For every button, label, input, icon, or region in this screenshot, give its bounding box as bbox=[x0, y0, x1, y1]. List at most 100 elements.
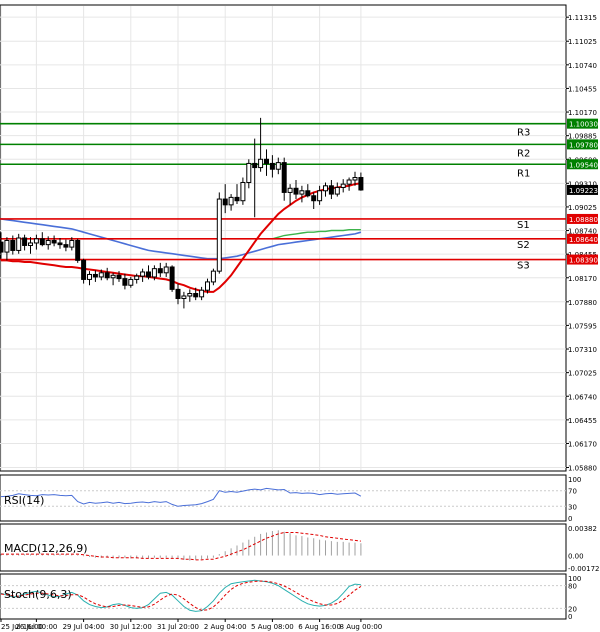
price-tick-label: 1.09025 bbox=[568, 204, 597, 212]
candle-body bbox=[287, 187, 293, 193]
candle-body bbox=[352, 177, 358, 181]
level-price-label-R2: 1.09780 bbox=[569, 141, 598, 149]
candle-body bbox=[181, 295, 187, 299]
candle-body bbox=[169, 266, 175, 290]
candle-body bbox=[323, 185, 328, 192]
stoch-panel-frame bbox=[0, 573, 567, 620]
level-price-label-S2: 1.08640 bbox=[569, 236, 598, 244]
macd-tick-label: 0.00382 bbox=[568, 525, 597, 533]
rsi-title: RSI(14) bbox=[4, 494, 44, 507]
level-name-S2: S2 bbox=[517, 240, 530, 251]
price-tick-label: 1.10740 bbox=[568, 62, 597, 70]
candle-body bbox=[75, 239, 81, 261]
candle-body bbox=[33, 238, 39, 244]
price-tick-label: 1.07310 bbox=[568, 346, 597, 354]
stoch-tick-label: 0 bbox=[568, 613, 572, 621]
level-price-label-S3: 1.08390 bbox=[569, 257, 598, 265]
candle-body bbox=[269, 162, 275, 170]
price-tick-label: 1.11315 bbox=[568, 14, 597, 22]
candle-body bbox=[275, 162, 281, 170]
level-name-S3: S3 bbox=[517, 261, 530, 272]
candle-body bbox=[116, 274, 122, 280]
candle-body bbox=[0, 241, 4, 253]
price-tick-label: 1.10170 bbox=[568, 109, 597, 117]
candle-body bbox=[4, 239, 10, 253]
candle-body bbox=[22, 237, 28, 246]
candle-body bbox=[334, 186, 340, 195]
candle-body bbox=[45, 239, 51, 246]
candle-body bbox=[246, 162, 252, 183]
candle-body bbox=[328, 185, 334, 195]
time-tick-label: 5 Aug 08:00 bbox=[251, 623, 294, 631]
candle-body bbox=[87, 273, 92, 280]
candle-body bbox=[110, 274, 116, 279]
candle-body bbox=[317, 190, 323, 202]
candle-body bbox=[122, 278, 128, 286]
level-price-label-R3: 1.10030 bbox=[569, 121, 598, 129]
price-tick-label: 1.06455 bbox=[568, 417, 597, 425]
candle-body bbox=[222, 198, 228, 206]
stoch-panel: 10080200 Stoch(9,6,3) bbox=[0, 573, 581, 621]
candle-body bbox=[358, 177, 364, 191]
stoch-tick-label: 80 bbox=[568, 583, 577, 591]
candle-body bbox=[210, 270, 216, 283]
rsi-tick-label: 70 bbox=[568, 488, 577, 496]
level-price-label-R1: 1.09540 bbox=[569, 161, 598, 169]
level-name-R2: R2 bbox=[517, 148, 530, 159]
macd-tick-label: 0.00 bbox=[568, 553, 584, 561]
candle-body bbox=[134, 275, 140, 280]
rsi-tick-label: 100 bbox=[568, 476, 581, 484]
candle-body bbox=[69, 239, 75, 248]
candle-body bbox=[234, 196, 240, 202]
price-tick-label: 1.07025 bbox=[568, 370, 597, 378]
time-tick-label: 2 Aug 04:00 bbox=[204, 623, 247, 631]
rsi-panel: 100 70 30 0 RSI(14) bbox=[0, 474, 581, 523]
level-name-R3: R3 bbox=[517, 128, 530, 139]
candle-body bbox=[157, 268, 163, 274]
candle-body bbox=[299, 190, 305, 195]
candle-body bbox=[39, 238, 45, 246]
rsi-tick-label: 30 bbox=[568, 503, 577, 511]
price-panel: 1.113151.110251.107401.104551.101701.098… bbox=[0, 4, 598, 473]
candle-body bbox=[240, 181, 246, 202]
time-tick-label: 26 Jul 00:00 bbox=[15, 623, 57, 631]
forex-chart: 1.113151.110251.107401.104551.101701.098… bbox=[0, 4, 600, 631]
level-price-label-S1: 1.08880 bbox=[569, 216, 598, 224]
time-axis: 25 Jul 16:0026 Jul 00:00 29 Jul 04:00 30 J… bbox=[0, 619, 382, 631]
candle-body bbox=[340, 183, 346, 188]
macd-panel: 0.00382 0.00 -0.001726 MACD(12,26,9) bbox=[0, 523, 600, 573]
price-tick-label: 1.05880 bbox=[568, 465, 597, 473]
candle-body bbox=[264, 158, 269, 164]
candle-body bbox=[151, 268, 157, 278]
candle-body bbox=[63, 244, 69, 248]
price-tick-label: 1.11025 bbox=[568, 38, 597, 46]
price-tick-label: 1.07880 bbox=[568, 299, 597, 307]
candle-body bbox=[187, 293, 193, 297]
current-price-label: 1.09223 bbox=[569, 187, 598, 195]
candle-body bbox=[163, 266, 169, 274]
price-tick-label: 1.10455 bbox=[568, 85, 597, 93]
rsi-panel-frame bbox=[0, 474, 567, 522]
candle-body bbox=[140, 271, 146, 277]
candle-body bbox=[81, 259, 87, 280]
candle-body bbox=[10, 239, 16, 251]
candle-body bbox=[92, 273, 98, 278]
candle-body bbox=[193, 293, 199, 298]
time-tick-label: 30 Jul 12:00 bbox=[110, 623, 152, 631]
time-tick-label: 6 Aug 16:00 bbox=[298, 623, 341, 631]
candle-body bbox=[128, 278, 134, 286]
candle-body bbox=[305, 190, 311, 197]
candle-body bbox=[293, 187, 299, 195]
candle-body bbox=[51, 239, 57, 244]
time-tick-label: 29 Jul 04:00 bbox=[63, 623, 105, 631]
candle-body bbox=[104, 272, 110, 279]
price-tick-label: 1.07595 bbox=[568, 322, 597, 330]
time-tick-label: 31 Jul 20:00 bbox=[157, 623, 199, 631]
candle-body bbox=[252, 162, 258, 169]
rsi-tick-label: 0 bbox=[568, 515, 572, 523]
price-tick-label: 1.06170 bbox=[568, 440, 597, 448]
candle-body bbox=[311, 195, 317, 202]
candle-body bbox=[228, 196, 234, 206]
candle-body bbox=[28, 242, 33, 246]
candle-body bbox=[98, 272, 104, 278]
